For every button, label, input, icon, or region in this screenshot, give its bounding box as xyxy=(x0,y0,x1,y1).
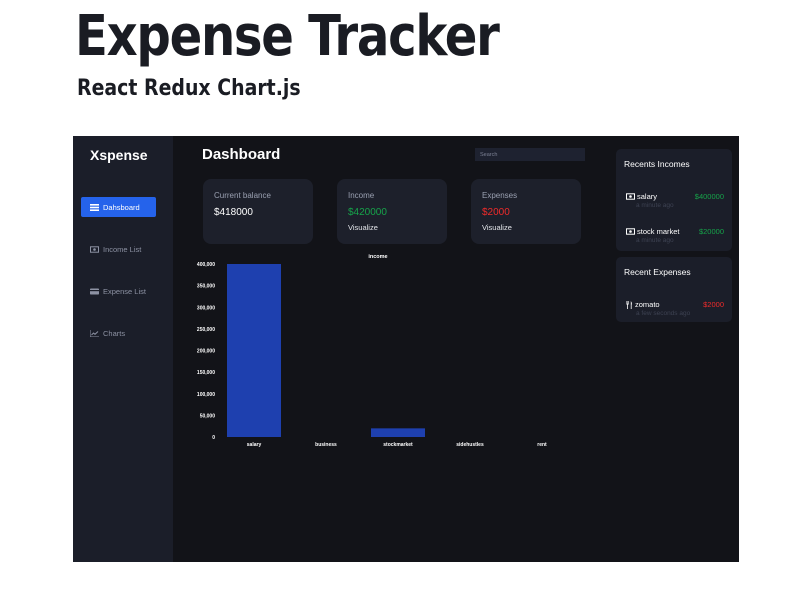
y-tick-label: 100,000 xyxy=(197,392,215,398)
line-chart-icon xyxy=(90,329,99,337)
recent-incomes-panel: Recents Incomes salary $400000 a minute … xyxy=(616,149,732,251)
page-title: Dashboard xyxy=(202,146,281,163)
income-name: salary xyxy=(637,192,658,201)
income-card: Income $420000 Visualize xyxy=(337,179,447,244)
cash-icon xyxy=(626,228,635,235)
cash-icon xyxy=(626,193,635,200)
card-label: Expenses xyxy=(482,191,518,200)
search-input[interactable] xyxy=(475,148,585,161)
income-time: a minute ago xyxy=(636,202,674,209)
list-item[interactable]: zomato $2000 a few seconds ago xyxy=(626,300,724,320)
balance-card: Current balance $418000 xyxy=(203,179,313,244)
sidebar-item-income-list[interactable]: Income List xyxy=(81,239,156,259)
income-time: a minute ago xyxy=(636,237,674,244)
y-tick-label: 400,000 xyxy=(197,262,215,268)
list-item[interactable]: stock market $20000 a minute ago xyxy=(626,227,724,247)
app-window: Xspense Dahsboard Income List Expense Li… xyxy=(73,136,739,562)
y-tick-label: 350,000 xyxy=(197,284,215,290)
list-item[interactable]: salary $400000 a minute ago xyxy=(626,192,724,212)
expense-time: a few seconds ago xyxy=(636,310,691,317)
sidebar-item-dashboard[interactable]: Dahsboard xyxy=(81,197,156,217)
x-tick-label: stockmarket xyxy=(383,442,413,448)
expense-amount: $2000 xyxy=(703,300,724,309)
income-amount: $20000 xyxy=(698,227,724,236)
visualize-income-link[interactable]: Visualize xyxy=(348,223,378,232)
y-tick-label: 200,000 xyxy=(197,349,215,355)
expenses-value: $2000 xyxy=(482,207,510,218)
income-name: stock market xyxy=(637,227,680,236)
income-value: $420000 xyxy=(348,207,387,218)
income-amount: $400000 xyxy=(694,192,724,201)
card-label: Income xyxy=(348,191,375,200)
y-tick-label: 50,000 xyxy=(200,413,216,419)
chart-title: income xyxy=(368,254,387,260)
balance-value: $418000 xyxy=(214,207,253,218)
sidebar-item-charts[interactable]: Charts xyxy=(81,323,156,343)
sidebar-item-expense-list[interactable]: Expense List xyxy=(81,281,156,301)
panel-title: Recents Incomes xyxy=(624,159,690,169)
sidebar-item-label: Charts xyxy=(103,328,126,338)
sidebar-item-label: Dahsboard xyxy=(103,202,140,212)
x-tick-label: sidehustles xyxy=(456,442,484,448)
card-label: Current balance xyxy=(214,191,271,200)
bar-stockmarket xyxy=(371,428,425,437)
sidebar: Xspense Dahsboard Income List Expense Li… xyxy=(73,136,173,562)
y-tick-label: 0 xyxy=(212,435,215,441)
fork-knife-icon xyxy=(626,300,632,309)
bar-salary xyxy=(227,264,281,437)
visualize-expenses-link[interactable]: Visualize xyxy=(482,223,512,232)
cash-icon xyxy=(90,245,99,253)
income-bar-chart: income 0 50,000 100,000 150,000 200,000 250,00… xyxy=(197,254,547,448)
y-tick-label: 250,000 xyxy=(197,327,215,333)
dashboard-icon xyxy=(90,203,99,211)
y-tick-label: 300,000 xyxy=(197,305,215,311)
card-icon xyxy=(90,288,99,294)
sidebar-item-label: Expense List xyxy=(103,286,146,296)
y-tick-label: 150,000 xyxy=(197,370,215,376)
sidebar-item-label: Income List xyxy=(103,244,142,254)
panel-title: Recent Expenses xyxy=(624,267,691,277)
banner-title: Expense Tracker xyxy=(75,4,500,69)
x-tick-label: business xyxy=(315,442,337,448)
x-tick-label: salary xyxy=(247,442,262,448)
banner-subtitle: React Redux Chart.js xyxy=(77,76,301,101)
expenses-card: Expenses $2000 Visualize xyxy=(471,179,581,244)
recent-expenses-panel: Recent Expenses zomato $2000 a few secon… xyxy=(616,257,732,322)
expense-name: zomato xyxy=(635,300,660,309)
x-tick-label: rent xyxy=(537,442,547,448)
app-logo[interactable]: Xspense xyxy=(90,147,148,163)
